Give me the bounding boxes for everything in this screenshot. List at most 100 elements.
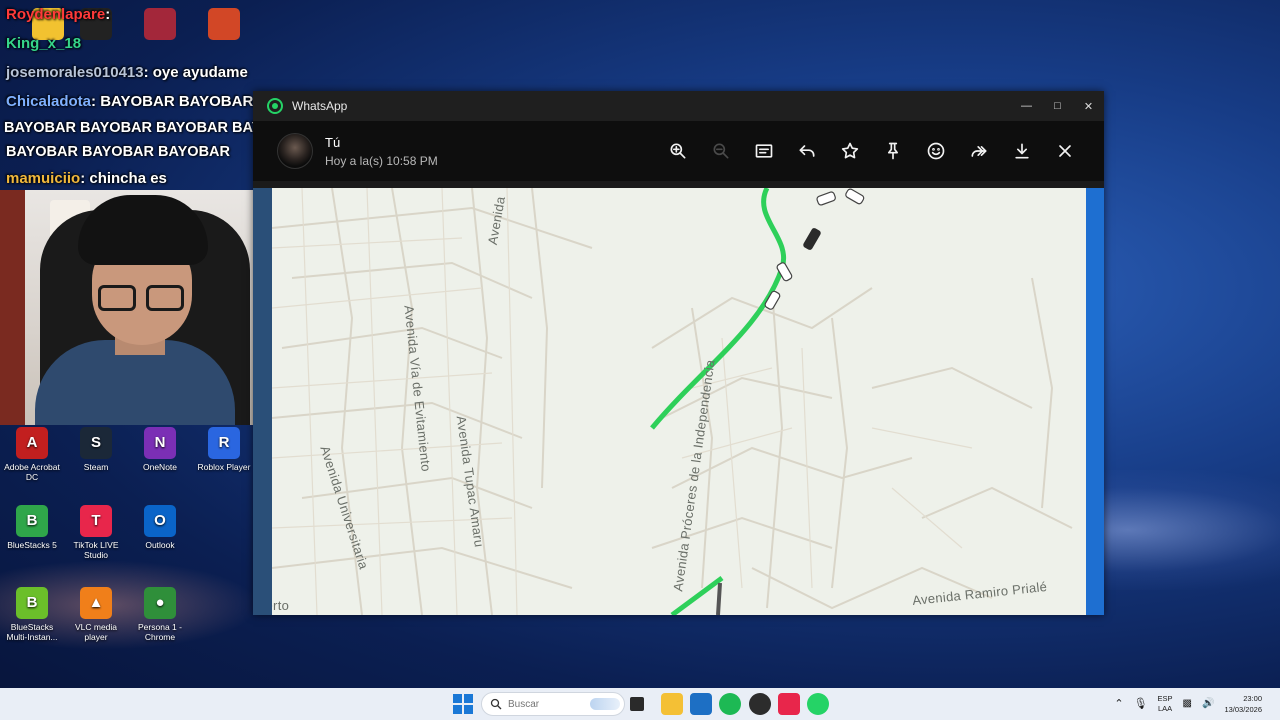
zoom-out-icon bbox=[713, 143, 728, 159]
chat-username: mamuiciio bbox=[6, 170, 81, 187]
webcam-glasses-right bbox=[146, 285, 184, 311]
desktop-icon-acrobat[interactable]: A Adobe Acrobat DC bbox=[0, 427, 64, 482]
window-titlebar[interactable]: WhatsApp — □ ✕ bbox=[253, 91, 1104, 121]
desktop-icon-label: OneNote bbox=[142, 462, 178, 472]
tiktok-live-button[interactable] bbox=[778, 693, 800, 715]
view-caption-button[interactable] bbox=[742, 131, 785, 171]
desktop-icon-outlook[interactable]: O Outlook bbox=[128, 505, 192, 550]
react-icon bbox=[927, 142, 944, 160]
windows-taskbar: ⌃ 🎙 ESP LAA ▩ 🔊 23:00 13/03/2026 bbox=[0, 688, 1280, 720]
search-highlight-art bbox=[590, 698, 620, 710]
desktop-icon-steam[interactable]: S Steam bbox=[64, 427, 128, 472]
steam-icon: S bbox=[80, 427, 112, 459]
desktop-icon-label: VLC media player bbox=[74, 622, 118, 642]
download-button[interactable] bbox=[1000, 131, 1043, 171]
reply-icon bbox=[799, 145, 814, 157]
sender-name: Tú bbox=[325, 134, 341, 150]
desktop-icon-bluestacks-multi[interactable]: B BlueStacks Multi-Instan... bbox=[0, 587, 64, 642]
map-label-puerto: uerto bbox=[272, 598, 290, 613]
volume-icon[interactable]: 🔊 bbox=[1202, 699, 1214, 709]
network-icon[interactable]: ▩ bbox=[1183, 699, 1192, 709]
vlc-icon: ▲ bbox=[80, 587, 112, 619]
chrome-icon: ● bbox=[144, 587, 176, 619]
pin-button[interactable] bbox=[871, 131, 914, 171]
search-input[interactable] bbox=[508, 698, 588, 710]
taskbar-search[interactable] bbox=[481, 692, 625, 716]
star-button[interactable] bbox=[828, 131, 871, 171]
start-button[interactable] bbox=[453, 694, 473, 714]
window-controls: — □ ✕ bbox=[1011, 91, 1104, 121]
clock-time: 23:00 bbox=[1243, 694, 1262, 703]
file-explorer-button[interactable] bbox=[661, 693, 683, 715]
whatsapp-taskbar-button[interactable] bbox=[807, 693, 829, 715]
maximize-button[interactable]: □ bbox=[1042, 91, 1073, 121]
desktop-icon-label: Persona 1 - Chrome bbox=[138, 622, 182, 642]
windows-logo-icon bbox=[453, 694, 462, 703]
desktop-icon-vlc[interactable]: ▲ VLC media player bbox=[64, 587, 128, 642]
whatsapp-window: WhatsApp — □ ✕ Tú Hoy a la(s) 10:58 PM A… bbox=[253, 91, 1104, 615]
chat-text: : chincha es bbox=[80, 170, 167, 187]
forward-icon bbox=[971, 146, 986, 157]
chat-username: josemorales010413 bbox=[6, 64, 144, 81]
desktop-icon-roblox[interactable]: R Roblox Player bbox=[192, 427, 256, 472]
caption-icon bbox=[755, 144, 772, 158]
webcam-glasses-left bbox=[98, 285, 136, 311]
windows-logo-icon bbox=[464, 705, 473, 714]
bluestacks-icon: B bbox=[16, 505, 48, 537]
webcam-feed bbox=[0, 190, 285, 425]
sender-timestamp: Hoy a la(s) 10:58 PM bbox=[325, 153, 438, 168]
desktop-icon-tiktok[interactable]: T TikTok LIVE Studio bbox=[64, 505, 128, 560]
pin-icon bbox=[887, 142, 898, 160]
window-close-button[interactable]: ✕ bbox=[1073, 91, 1104, 121]
clock-date: 13/03/2026 bbox=[1224, 705, 1262, 714]
window-title: WhatsApp bbox=[292, 99, 348, 113]
desktop-icon-label: BlueStacks Multi-Instan... bbox=[6, 622, 58, 642]
star-icon bbox=[841, 142, 858, 159]
spotify-button[interactable] bbox=[719, 693, 741, 715]
task-view-button[interactable] bbox=[630, 697, 644, 711]
taskbar-clock[interactable]: 23:00 13/03/2026 bbox=[1224, 693, 1262, 715]
avatar[interactable] bbox=[277, 133, 313, 169]
zoom-in-button[interactable] bbox=[656, 131, 699, 171]
keyboard-layout: LAA bbox=[1157, 704, 1173, 713]
desktop-icon-label: Adobe Acrobat DC bbox=[4, 462, 60, 482]
chat-username: Roydenlapare bbox=[6, 6, 106, 23]
microphone-icon[interactable]: 🎙 bbox=[1134, 699, 1148, 710]
zoom-out-button[interactable] bbox=[699, 131, 742, 171]
desktop-icon-label: Steam bbox=[83, 462, 109, 472]
acrobat-icon: A bbox=[16, 427, 48, 459]
bluestacks-multi-icon: B bbox=[16, 587, 48, 619]
desktop-icon-onenote[interactable]: N OneNote bbox=[128, 427, 192, 472]
close-viewer-button[interactable] bbox=[1043, 131, 1086, 171]
zoom-in-icon bbox=[670, 143, 685, 159]
chat-message: Roydenlapare: bbox=[6, 0, 326, 29]
chat-text: : BAYOBAR BAYOBAR bbox=[91, 93, 254, 110]
sender-info: Tú Hoy a la(s) 10:58 PM bbox=[325, 135, 438, 168]
map-screenshot-image[interactable]: Avenida Avenida Vía de Evitamiento Aveni… bbox=[272, 188, 1086, 615]
react-button[interactable] bbox=[914, 131, 957, 171]
desktop-icon-label: BlueStacks 5 bbox=[7, 540, 57, 550]
whatsapp-icon bbox=[267, 98, 283, 114]
desktop-icon-label: Outlook bbox=[145, 540, 175, 550]
desktop-icon-bluestacks[interactable]: B BlueStacks 5 bbox=[0, 505, 64, 550]
desktop-icon-chrome[interactable]: ● Persona 1 - Chrome bbox=[128, 587, 192, 642]
windows-logo-icon bbox=[453, 705, 462, 714]
language-code: ESP bbox=[1157, 694, 1173, 703]
image-left-edge bbox=[253, 188, 272, 615]
obs-button[interactable] bbox=[749, 693, 771, 715]
chat-username: Chicaladota bbox=[6, 93, 92, 110]
chat-message: King_x_18 bbox=[6, 29, 326, 58]
store-button[interactable] bbox=[690, 693, 712, 715]
forward-button[interactable] bbox=[957, 131, 1000, 171]
onenote-icon: N bbox=[144, 427, 176, 459]
tiktok-icon: T bbox=[80, 505, 112, 537]
media-viewer-header: Tú Hoy a la(s) 10:58 PM bbox=[253, 121, 1104, 181]
download-icon bbox=[1014, 143, 1029, 159]
webcam-background-door bbox=[0, 190, 25, 425]
tray-overflow-chevron-icon[interactable]: ⌃ bbox=[1114, 699, 1123, 710]
reply-button[interactable] bbox=[785, 131, 828, 171]
desktop-icon-label: TikTok LIVE Studio bbox=[73, 540, 119, 560]
minimize-button[interactable]: — bbox=[1011, 91, 1042, 121]
language-indicator[interactable]: ESP LAA bbox=[1158, 694, 1173, 714]
chat-username: King_x_18 bbox=[6, 35, 82, 52]
